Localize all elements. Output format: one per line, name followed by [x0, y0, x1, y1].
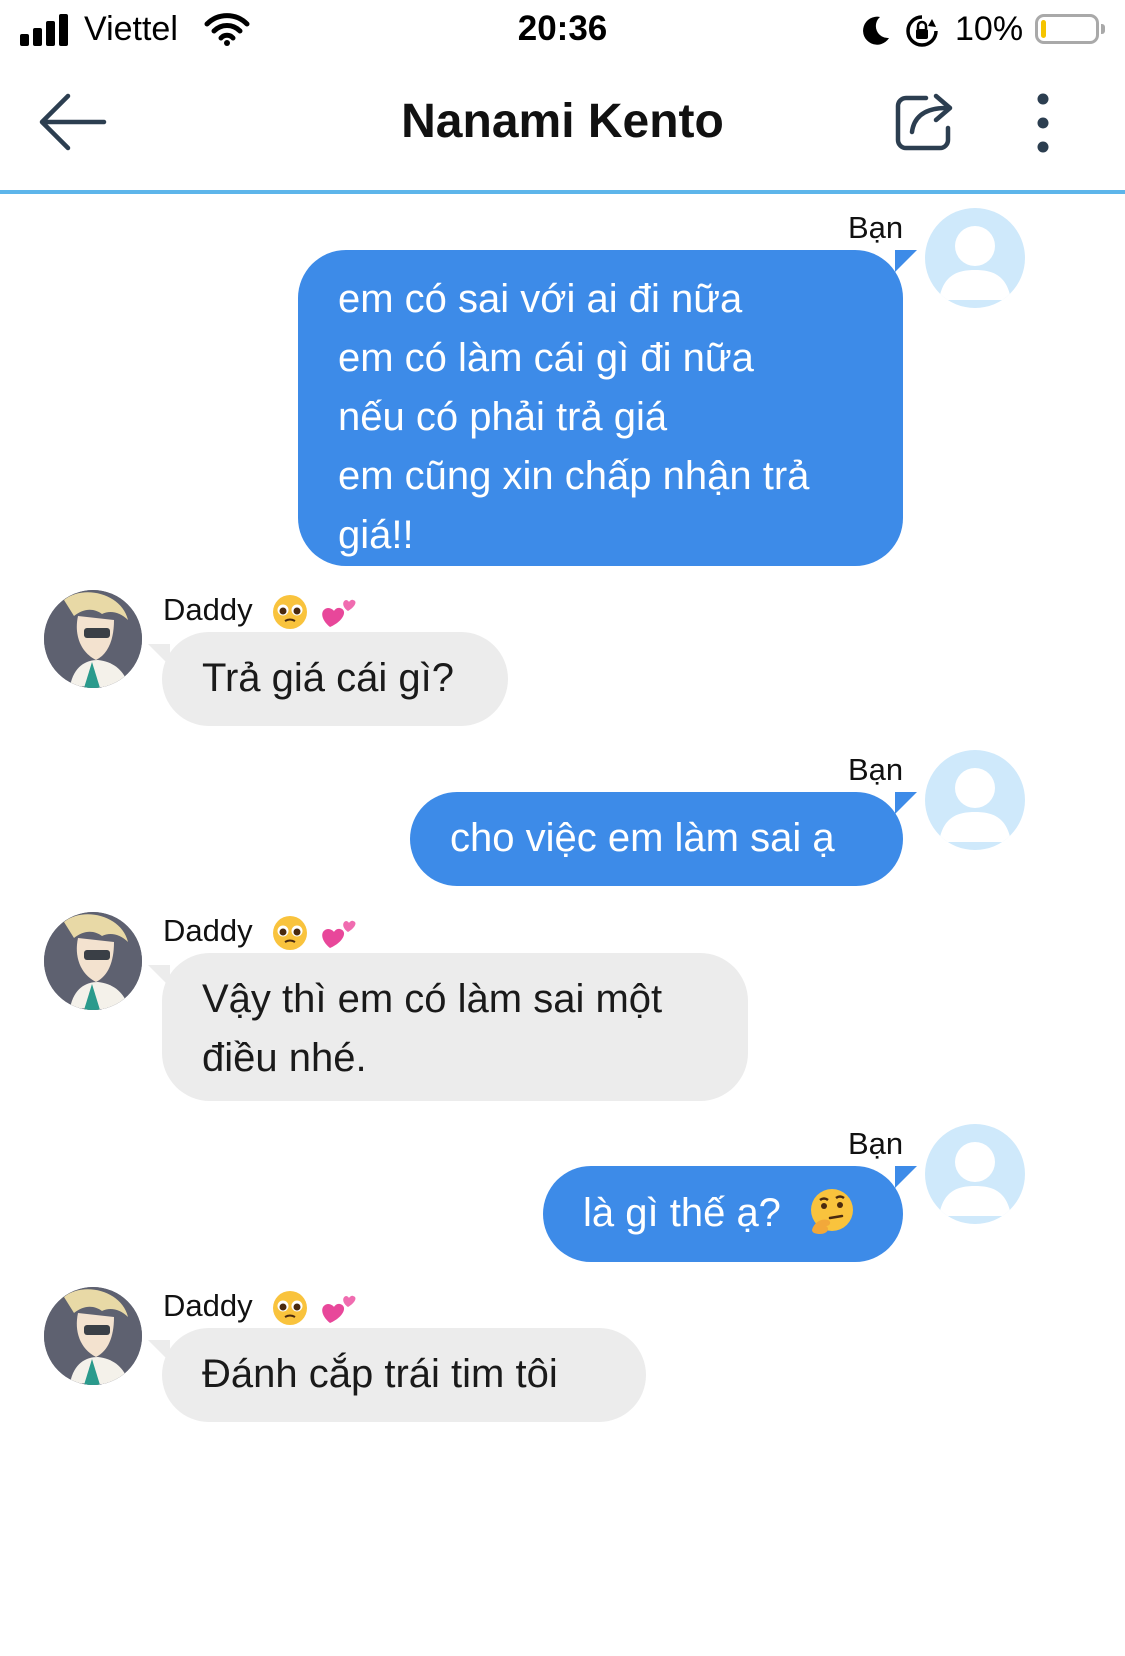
- avatar[interactable]: [44, 912, 142, 1010]
- sender-name-text: Daddy: [163, 913, 253, 948]
- message-bubble[interactable]: cho việc em làm sai ạ: [410, 792, 903, 886]
- anime-avatar-icon: [44, 1287, 142, 1385]
- sender-name: Daddy: [163, 592, 360, 631]
- pleading-face-icon: [273, 915, 308, 950]
- sender-name: Bạn: [848, 752, 904, 787]
- message-line: em có sai với ai đi nữa: [338, 277, 743, 321]
- message-line: em có làm cái gì đi nữa: [338, 336, 754, 380]
- status-bar: Viettel 20:36 10%: [0, 0, 1125, 62]
- message-line: điều nhé.: [202, 1036, 367, 1080]
- message-line: Đánh cắp trái tim tôi: [202, 1352, 558, 1396]
- message-line: Trả giá cái gì?: [202, 656, 454, 700]
- user-avatar-icon: [939, 1142, 1011, 1216]
- rotation-lock-icon: [906, 15, 938, 47]
- message-bubble[interactable]: em có sai với ai đi nữa em có làm cái gì…: [298, 250, 903, 566]
- anime-avatar-icon: [44, 590, 142, 688]
- avatar[interactable]: [925, 1124, 1025, 1224]
- battery-icon: [1035, 14, 1105, 44]
- bubble-tail: [895, 250, 917, 272]
- message-line: là gì thế ạ?: [583, 1191, 781, 1235]
- sender-name: Bạn: [848, 210, 904, 245]
- bubble-tail: [895, 1166, 917, 1188]
- message-bubble[interactable]: Đánh cắp trái tim tôi: [162, 1328, 646, 1422]
- pleading-face-icon: [273, 1290, 308, 1325]
- message-line: giá!!: [338, 513, 414, 557]
- avatar[interactable]: [925, 750, 1025, 850]
- two-hearts-icon: [322, 599, 356, 627]
- sender-name: Daddy: [163, 913, 360, 952]
- message-bubble[interactable]: Trả giá cái gì?: [162, 632, 508, 726]
- share-icon[interactable]: [892, 88, 958, 154]
- battery-level: [1041, 20, 1046, 38]
- more-vertical-icon[interactable]: [1030, 92, 1056, 154]
- sender-name: Daddy: [163, 1288, 360, 1327]
- bubble-tail: [148, 644, 170, 666]
- user-avatar-icon: [939, 768, 1011, 842]
- anime-avatar-icon: [44, 912, 142, 1010]
- avatar[interactable]: [44, 1287, 142, 1385]
- pleading-face-icon: [273, 594, 308, 629]
- message-bubble[interactable]: Vậy thì em có làm sai một điều nhé.: [162, 953, 748, 1101]
- sender-name-text: Daddy: [163, 592, 253, 627]
- avatar[interactable]: [925, 208, 1025, 308]
- message-line: Vậy thì em có làm sai một: [202, 977, 663, 1021]
- header-divider: [0, 190, 1125, 194]
- thinking-face-icon: [811, 1189, 854, 1235]
- bubble-tail: [148, 1340, 170, 1362]
- chat-header: Nanami Kento: [0, 62, 1125, 194]
- message-line: cho việc em làm sai ạ: [450, 816, 835, 860]
- avatar[interactable]: [44, 590, 142, 688]
- message-line: nếu có phải trả giá: [338, 395, 668, 439]
- battery-percent: 10%: [955, 10, 1024, 48]
- moon-icon: [863, 16, 889, 45]
- sender-name: Bạn: [848, 1126, 904, 1161]
- two-hearts-icon: [322, 920, 356, 948]
- sender-name-text: Daddy: [163, 1288, 253, 1323]
- user-avatar-icon: [939, 226, 1011, 300]
- bubble-tail: [895, 792, 917, 814]
- two-hearts-icon: [322, 1295, 356, 1323]
- message-line: em cũng xin chấp nhận trả: [338, 454, 810, 498]
- message-bubble[interactable]: là gì thế ạ?: [543, 1166, 903, 1262]
- bubble-tail: [148, 965, 170, 987]
